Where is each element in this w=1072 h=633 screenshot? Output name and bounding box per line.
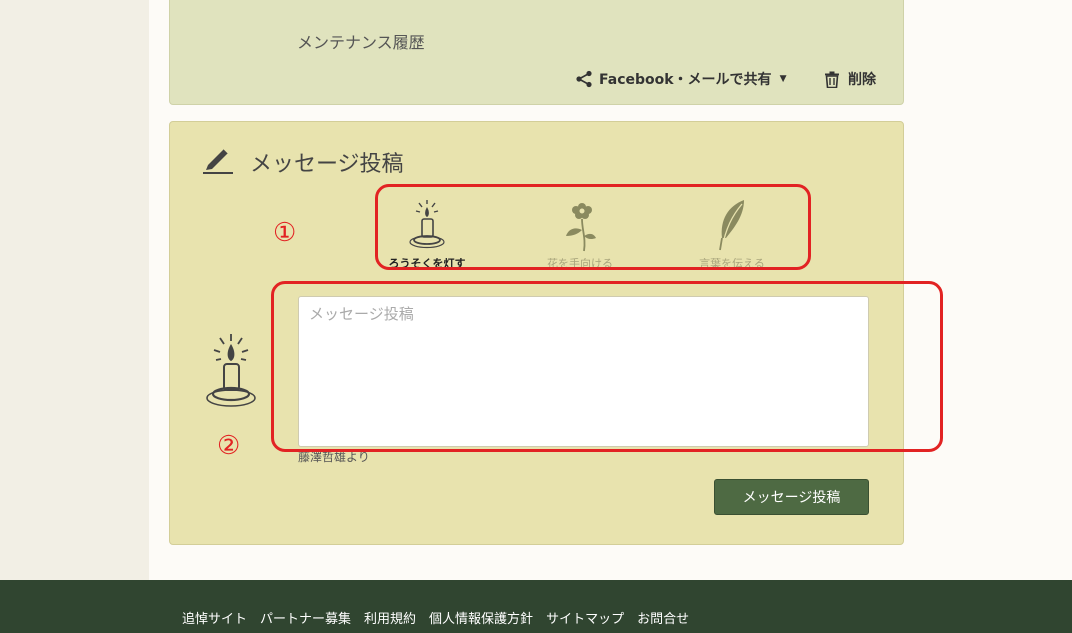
share-label: Facebook・メールで共有 [599, 72, 772, 88]
feather-icon [712, 198, 752, 256]
footer: 追悼サイト パートナー募集 利用規約 個人情報保護方針 サイトマップ お問合せ [0, 580, 1072, 633]
submit-message-button[interactable]: メッセージ投稿 [714, 479, 869, 515]
footer-link-partner[interactable]: パートナー募集 [260, 608, 351, 627]
offering-feather[interactable]: 言葉を伝える [677, 198, 787, 270]
delete-label: 削除 [848, 72, 876, 88]
offering-label: 言葉を伝える [699, 258, 765, 270]
annotation-number-2: ② [217, 431, 241, 461]
footer-link-sitemap[interactable]: サイトマップ [546, 608, 624, 627]
footer-links: 追悼サイト パートナー募集 利用規約 個人情報保護方針 サイトマップ お問合せ [182, 608, 689, 627]
footer-link-privacy[interactable]: 個人情報保護方針 [429, 608, 533, 627]
left-margin-strip [0, 0, 149, 580]
footer-link-contact[interactable]: お問合せ [637, 608, 689, 627]
offering-flower[interactable]: 花を手向ける [525, 198, 635, 270]
candle-icon [204, 332, 258, 416]
offering-candle[interactable]: ろうそくを灯す [372, 198, 482, 270]
candle-icon [407, 198, 447, 256]
share-icon [575, 70, 593, 88]
offering-label: ろうそくを灯す [388, 258, 466, 270]
maintenance-history-label: メンテナンス履歴 [297, 33, 425, 52]
annotation-number-1: ① [273, 218, 297, 248]
footer-link-terms[interactable]: 利用規約 [364, 608, 416, 627]
pen-icon [202, 144, 234, 178]
maintenance-panel: メンテナンス履歴 Facebook・メールで共有 ▼ 削除 [169, 0, 904, 105]
share-dropdown[interactable]: Facebook・メールで共有 ▼ [575, 69, 786, 89]
trash-icon [824, 71, 840, 88]
message-textarea[interactable] [298, 296, 869, 447]
caret-down-icon: ▼ [779, 74, 787, 84]
delete-button[interactable]: 削除 [824, 69, 876, 89]
message-post-title: メッセージ投稿 [250, 152, 404, 177]
flower-icon [560, 198, 600, 256]
from-label: 藤澤哲雄より [298, 450, 370, 464]
offering-label: 花を手向ける [547, 258, 613, 270]
footer-link-memorial[interactable]: 追悼サイト [182, 608, 247, 627]
message-post-panel: メッセージ投稿 ろうそくを灯す 花を手向ける 言葉を伝える メッセージ投稿 藤澤… [169, 121, 904, 545]
